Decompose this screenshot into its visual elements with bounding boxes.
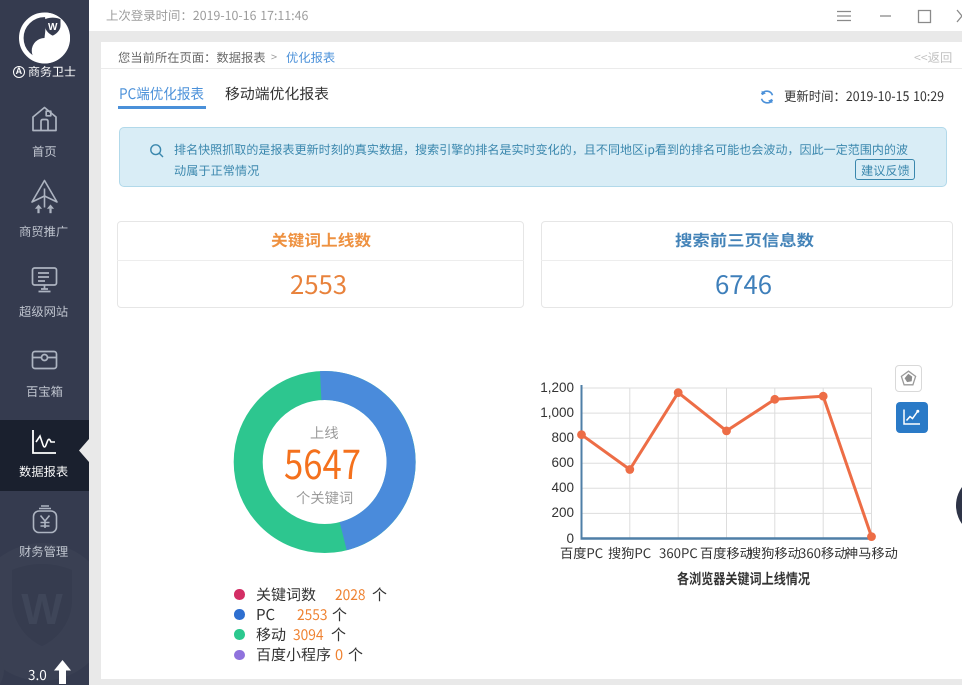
svg-text:W: W bbox=[48, 22, 58, 33]
svg-text:W: W bbox=[21, 585, 63, 634]
